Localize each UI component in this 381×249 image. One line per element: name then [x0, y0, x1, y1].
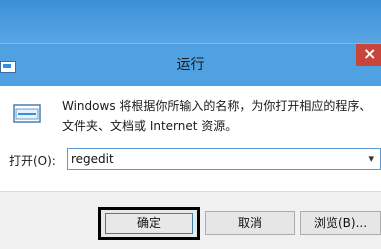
- run-program-icon: [13, 104, 41, 123]
- cancel-button-label: 取消: [237, 216, 262, 230]
- ok-button[interactable]: 确定: [98, 207, 200, 240]
- dialog-title: 运行: [176, 57, 205, 73]
- cancel-button[interactable]: 取消: [205, 211, 295, 235]
- ok-button-label: 确定: [136, 216, 161, 230]
- open-input-value[interactable]: regedit: [71, 152, 114, 166]
- dialog-description: Windows 将根据你所输入的名称，为你打开相应的程序、文件夹、文档或 Int…: [62, 99, 372, 133]
- browse-button[interactable]: 浏览(B)...: [300, 211, 381, 235]
- open-label-text: 打开(O):: [9, 154, 56, 168]
- open-label: 打开(O):: [9, 152, 56, 169]
- close-button[interactable]: [356, 44, 381, 66]
- desktop-background-strip: [0, 0, 381, 43]
- open-combobox[interactable]: regedit ▾: [67, 148, 381, 170]
- chevron-down-icon[interactable]: ▾: [368, 152, 374, 165]
- browse-button-label: 浏览(B)...: [313, 216, 368, 230]
